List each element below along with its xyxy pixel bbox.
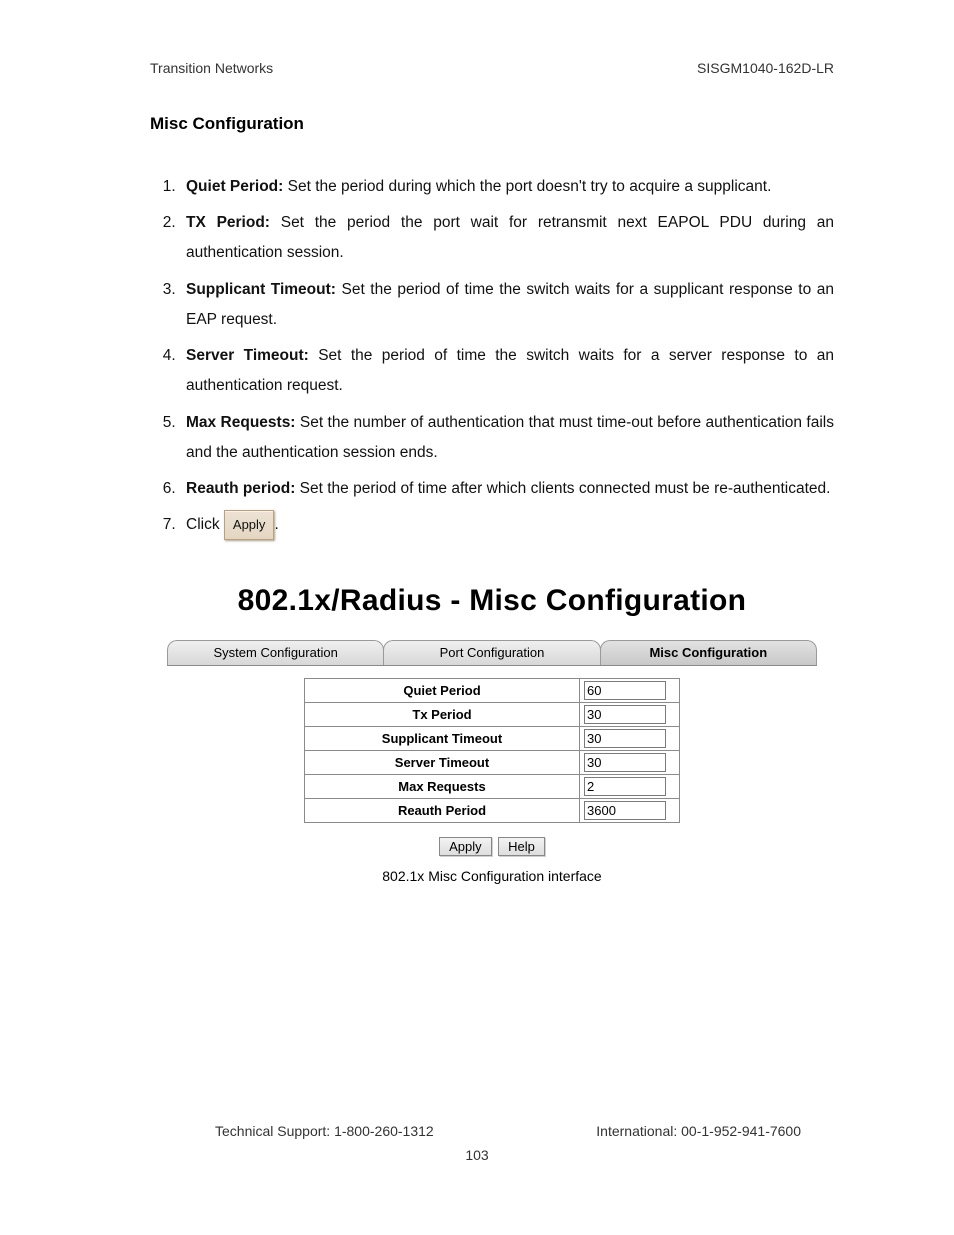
list-item: TX Period: Set the period the port wait … <box>180 208 834 268</box>
list-item-click-apply: Click Apply. <box>180 510 834 540</box>
server-timeout-input[interactable] <box>584 753 666 772</box>
doc-footer: Technical Support: 1-800-260-1312 Intern… <box>0 1123 954 1163</box>
header-right: SISGM1040-162D-LR <box>697 60 834 76</box>
term: Supplicant Timeout: <box>186 281 336 298</box>
click-label: Click <box>186 516 220 533</box>
term: Server Timeout: <box>186 347 309 364</box>
section-title: Misc Configuration <box>150 114 834 134</box>
table-row: Max Requests <box>305 775 680 799</box>
config-table: Quiet Period Tx Period Supplicant Timeou… <box>304 678 680 823</box>
tab-misc-configuration[interactable]: Misc Configuration <box>600 640 817 665</box>
apply-button[interactable]: Apply <box>439 837 492 856</box>
row-label: Reauth Period <box>305 799 580 823</box>
desc: Set the period of time after which clien… <box>295 480 830 497</box>
term: Max Requests: <box>186 414 295 431</box>
page-number: 103 <box>0 1147 954 1163</box>
period: . <box>274 516 278 533</box>
desc: Set the period during which the port doe… <box>283 178 771 195</box>
help-button[interactable]: Help <box>498 837 545 856</box>
list-item: Server Timeout: Set the period of time t… <box>180 341 834 401</box>
header-left: Transition Networks <box>150 60 273 76</box>
footer-international: International: 00-1-952-941-7600 <box>596 1123 801 1139</box>
term: Quiet Period: <box>186 178 283 195</box>
apply-button-inline[interactable]: Apply <box>224 510 275 539</box>
list-item: Supplicant Timeout: Set the period of ti… <box>180 275 834 335</box>
quiet-period-input[interactable] <box>584 681 666 700</box>
table-row: Supplicant Timeout <box>305 727 680 751</box>
tx-period-input[interactable] <box>584 705 666 724</box>
panel-caption: 802.1x Misc Configuration interface <box>150 868 834 884</box>
tab-system-configuration[interactable]: System Configuration <box>167 640 384 665</box>
desc: Set the period the port wait for retrans… <box>186 214 834 261</box>
row-label: Tx Period <box>305 703 580 727</box>
panel-title: 802.1x/Radius - Misc Configuration <box>150 584 834 618</box>
config-list: Quiet Period: Set the period during whic… <box>150 172 834 540</box>
list-item: Quiet Period: Set the period during whic… <box>180 172 834 202</box>
term: Reauth period: <box>186 480 295 497</box>
tab-bar: System Configuration Port Configuration … <box>167 640 817 666</box>
row-label: Max Requests <box>305 775 580 799</box>
row-label: Supplicant Timeout <box>305 727 580 751</box>
row-label: Quiet Period <box>305 679 580 703</box>
list-item: Reauth period: Set the period of time af… <box>180 474 834 504</box>
tab-port-configuration[interactable]: Port Configuration <box>383 640 600 665</box>
list-item: Max Requests: Set the number of authenti… <box>180 408 834 468</box>
footer-tech-support: Technical Support: 1-800-260-1312 <box>215 1123 434 1139</box>
row-label: Server Timeout <box>305 751 580 775</box>
term: TX Period: <box>186 214 270 231</box>
table-row: Reauth Period <box>305 799 680 823</box>
max-requests-input[interactable] <box>584 777 666 796</box>
supplicant-timeout-input[interactable] <box>584 729 666 748</box>
table-row: Tx Period <box>305 703 680 727</box>
reauth-period-input[interactable] <box>584 801 666 820</box>
table-row: Quiet Period <box>305 679 680 703</box>
button-row: Apply Help <box>150 837 834 856</box>
doc-header: Transition Networks SISGM1040-162D-LR <box>150 60 834 76</box>
table-row: Server Timeout <box>305 751 680 775</box>
